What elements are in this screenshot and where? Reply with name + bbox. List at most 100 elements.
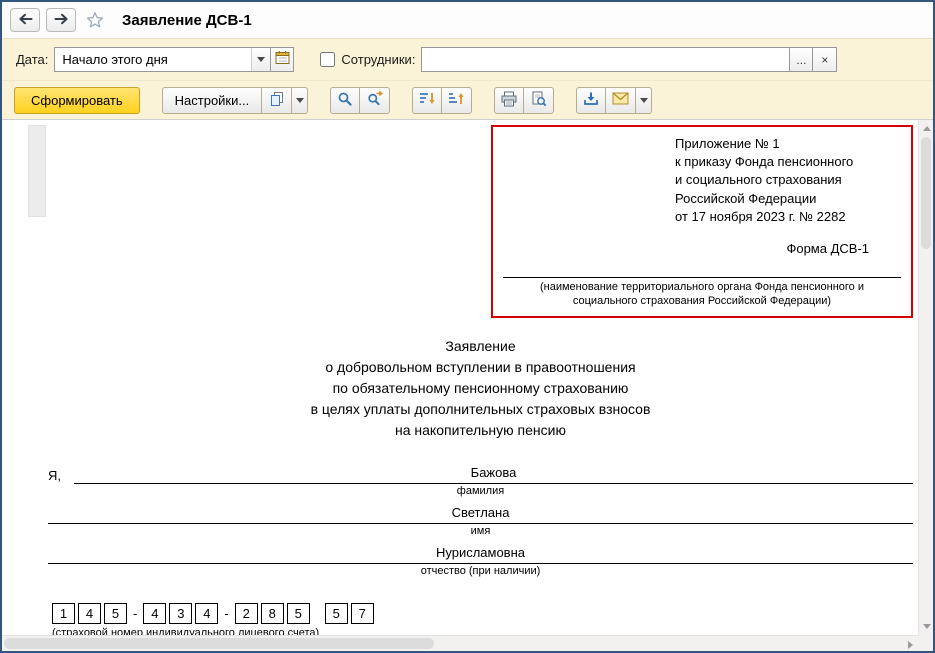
sort-asc-icon <box>448 91 465 109</box>
back-button[interactable] <box>10 8 40 32</box>
date-dropdown-button[interactable] <box>251 48 270 71</box>
favorite-star-icon[interactable] <box>82 8 108 32</box>
document-title: Заявление о добровольном вступлении в пр… <box>48 336 913 441</box>
chevron-down-icon <box>257 57 265 62</box>
dsv1-form: Приложение № 1 к приказу Фонда пенсионно… <box>48 125 913 635</box>
search-next-icon <box>367 91 383 110</box>
printer-icon <box>500 91 518 110</box>
firstname-value: Светлана <box>48 505 913 524</box>
margin-strip <box>28 125 46 217</box>
titlebar: Заявление ДСВ-1 <box>2 2 933 38</box>
pronoun-label: Я, <box>48 468 74 484</box>
search-group <box>330 87 390 114</box>
document-title-line: на накопительную пенсию <box>48 420 913 441</box>
date-calendar-button[interactable] <box>270 48 293 71</box>
snils-digit: 4 <box>78 603 101 624</box>
print-preview-icon <box>530 91 547 110</box>
settings-button[interactable]: Настройки... <box>162 87 263 114</box>
employees-input[interactable] <box>421 47 789 72</box>
document-title-line: о добровольном вступлении в правоотношен… <box>48 357 913 378</box>
org-name-blank-line <box>503 256 901 278</box>
firstname-caption: имя <box>48 525 913 537</box>
vertical-scroll-thumb[interactable] <box>921 137 931 249</box>
form-header-line: и социального страхования <box>675 171 905 189</box>
horizontal-scroll-thumb[interactable] <box>4 638 434 649</box>
scroll-down-icon[interactable] <box>923 624 931 629</box>
report-variants-dropdown[interactable] <box>292 87 308 114</box>
snils-digit: 3 <box>169 603 192 624</box>
report-toolbar: Сформировать Настройки... <box>2 80 933 120</box>
email-dropdown[interactable] <box>636 87 652 114</box>
form-header-line: к приказу Фонда пенсионного <box>675 153 905 171</box>
vertical-scrollbar[interactable] <box>918 120 933 635</box>
patronymic-caption: отчество (при наличии) <box>48 565 913 577</box>
document-title-line: Заявление <box>48 336 913 357</box>
app-window: Заявление ДСВ-1 Дата: Сотрудники: ... × … <box>0 0 935 653</box>
print-button[interactable] <box>494 87 524 114</box>
horizontal-scrollbar[interactable] <box>2 635 918 651</box>
form-header-line: Российской Федерации <box>675 190 905 208</box>
mail-icon <box>612 92 629 108</box>
snils-digit: 7 <box>351 603 374 624</box>
filter-panel: Дата: Сотрудники: ... × <box>2 38 933 80</box>
snils-separator: - <box>221 606 234 621</box>
snils-row: 1 4 5 - 4 3 4 - 2 8 5 5 7 <box>52 603 913 624</box>
forward-button[interactable] <box>46 8 76 32</box>
date-input[interactable] <box>55 48 251 71</box>
report-variants-button[interactable] <box>262 87 292 114</box>
surname-caption: фамилия <box>48 485 913 497</box>
arrow-left-icon <box>18 13 33 28</box>
search-icon <box>337 91 353 110</box>
patronymic-value: Нурисламовна <box>48 545 913 564</box>
arrow-right-icon <box>54 13 69 28</box>
sort-desc-icon <box>419 91 436 109</box>
print-preview-button[interactable] <box>524 87 554 114</box>
sort-ascending-button[interactable] <box>442 87 472 114</box>
search-button[interactable] <box>330 87 360 114</box>
page-title: Заявление ДСВ-1 <box>122 12 252 29</box>
save-button[interactable] <box>576 87 606 114</box>
surname-value: Бажова <box>74 465 913 484</box>
sort-group <box>412 87 472 114</box>
save-icon <box>583 91 599 110</box>
date-label: Дата: <box>16 52 48 67</box>
snils-digit: 5 <box>104 603 127 624</box>
export-group <box>576 87 652 114</box>
org-name-caption: (наименование территориального органа Фо… <box>499 278 905 312</box>
snils-digit: 4 <box>143 603 166 624</box>
form-header-box: Приложение № 1 к приказу Фонда пенсионно… <box>491 125 913 318</box>
snils-digit: 1 <box>52 603 75 624</box>
form-header-line: Приложение № 1 <box>675 135 905 153</box>
email-button[interactable] <box>606 87 636 114</box>
employees-label: Сотрудники: <box>341 52 415 67</box>
snils-digit: 4 <box>195 603 218 624</box>
snils-digit: 5 <box>287 603 310 624</box>
scrollbar-corner <box>918 635 933 651</box>
scroll-right-icon[interactable] <box>908 641 913 649</box>
date-picker <box>54 47 294 72</box>
employees-clear-button[interactable]: × <box>813 47 837 72</box>
print-group <box>494 87 554 114</box>
form-header-line: от 17 ноября 2023 г. № 2282 <box>675 208 905 226</box>
generate-button[interactable]: Сформировать <box>14 87 140 114</box>
chevron-down-icon <box>296 98 304 103</box>
document-title-line: по обязательному пенсионному страхованию <box>48 378 913 399</box>
scroll-up-icon[interactable] <box>923 126 931 131</box>
copy-icon <box>269 91 285 110</box>
snils-separator: - <box>130 606 143 621</box>
employees-checkbox[interactable] <box>320 52 335 67</box>
snils-digit: 5 <box>325 603 348 624</box>
document-title-line: в целях уплаты дополнительных страховых … <box>48 399 913 420</box>
snils-digit: 8 <box>261 603 284 624</box>
sort-descending-button[interactable] <box>412 87 442 114</box>
employees-more-button[interactable]: ... <box>789 47 813 72</box>
form-header-lines: Приложение № 1 к приказу Фонда пенсионно… <box>675 135 905 226</box>
chevron-down-icon <box>640 98 648 103</box>
surname-row: Я, Бажова <box>48 465 913 484</box>
document-viewport: Приложение № 1 к приказу Фонда пенсионно… <box>2 120 933 651</box>
settings-group: Настройки... <box>162 87 309 114</box>
search-next-button[interactable] <box>360 87 390 114</box>
calendar-icon <box>275 50 290 70</box>
snils-digit: 2 <box>235 603 258 624</box>
form-name: Форма ДСВ-1 <box>499 241 905 256</box>
